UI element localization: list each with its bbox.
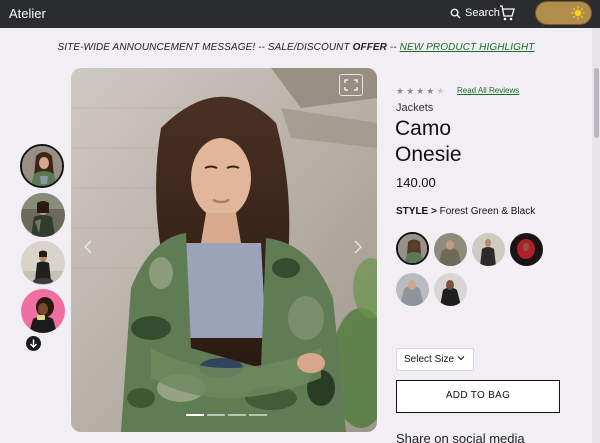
expand-image-button[interactable] <box>339 74 363 96</box>
carousel-dot[interactable] <box>228 414 246 416</box>
thumbnail-4[interactable] <box>21 289 65 333</box>
thumbnail-image <box>22 146 62 186</box>
product-name: Camo Onesie <box>395 117 462 166</box>
style-swatch-1[interactable] <box>396 232 429 265</box>
thumbnail-image <box>21 241 65 285</box>
style-value: Forest Green & Black <box>439 206 536 217</box>
search-icon <box>450 8 461 19</box>
chevron-down-icon <box>457 356 465 361</box>
add-to-bag-button[interactable]: ADD TO BAG <box>396 380 560 413</box>
star-rating: ★ ★ ★ ★ ★ <box>396 86 444 97</box>
chevron-right-icon <box>354 240 362 254</box>
size-select-label: Select Size <box>404 354 455 365</box>
next-image-arrow[interactable] <box>353 240 365 254</box>
star-icon: ★ <box>416 86 425 96</box>
product-main-image[interactable] <box>71 68 377 432</box>
product-photo <box>71 68 377 432</box>
sun-icon <box>571 6 585 20</box>
expand-icon <box>344 79 358 91</box>
prev-image-arrow[interactable] <box>83 240 95 254</box>
share-heading: Share on social media <box>396 431 525 443</box>
style-swatch-3[interactable] <box>472 233 505 266</box>
thumbnail-1[interactable] <box>20 144 64 188</box>
style-label: STYLE > <box>396 206 440 217</box>
star-icon: ★ <box>406 86 415 96</box>
swatch-image <box>398 234 427 263</box>
search-label: Search <box>465 7 500 19</box>
announcement-banner: SITE-WIDE ANNOUNCEMENT MESSAGE! -- SALE/… <box>0 42 592 53</box>
carousel-dot[interactable] <box>249 414 267 416</box>
star-half-icon: ★ <box>426 86 435 96</box>
size-select[interactable]: Select Size <box>396 348 474 371</box>
product-price: 140.00 <box>396 175 436 190</box>
style-swatch-6[interactable] <box>434 273 467 306</box>
thumbnail-2[interactable] <box>21 193 65 237</box>
thumbnail-3[interactable] <box>21 241 65 285</box>
thumbnail-image <box>21 289 65 333</box>
scrollbar-thumb[interactable] <box>594 68 599 138</box>
announcement-text: SITE-WIDE ANNOUNCEMENT MESSAGE! -- SALE/… <box>57 42 353 53</box>
swatch-image <box>434 273 467 306</box>
swatch-image <box>396 273 429 306</box>
top-nav: Atelier Search <box>0 0 600 28</box>
chevron-left-icon <box>84 240 92 254</box>
cart-icon[interactable] <box>499 4 515 22</box>
read-reviews-link[interactable]: Read All Reviews <box>457 86 519 95</box>
star-empty-icon: ★ <box>436 86 445 96</box>
carousel-dots <box>186 414 267 416</box>
style-selector-label: STYLE > Forest Green & Black <box>396 206 535 217</box>
theme-toggle[interactable] <box>535 1 592 25</box>
style-swatch-4[interactable] <box>510 233 543 266</box>
style-swatch-5[interactable] <box>396 273 429 306</box>
announcement-separator: -- <box>387 42 400 53</box>
announcement-offer: OFFER <box>352 42 387 53</box>
brand-logo[interactable]: Atelier <box>9 6 46 21</box>
star-icon: ★ <box>396 86 405 96</box>
swatch-image <box>434 233 467 266</box>
thumbnail-next-button[interactable] <box>26 336 41 351</box>
swatch-image <box>510 233 543 266</box>
arrow-down-icon <box>30 339 37 348</box>
swatch-image <box>472 233 505 266</box>
carousel-dot[interactable] <box>186 414 204 416</box>
announcement-link[interactable]: NEW PRODUCT HIGHLIGHT <box>400 42 535 53</box>
carousel-dot[interactable] <box>207 414 225 416</box>
style-swatch-2[interactable] <box>434 233 467 266</box>
product-page: Atelier Search SITE-WIDE ANNOUNCEMENT ME… <box>0 0 600 443</box>
product-category: Jackets <box>396 102 434 114</box>
search-button[interactable]: Search <box>450 5 500 21</box>
scrollbar[interactable] <box>592 28 600 443</box>
thumbnail-image <box>21 193 65 237</box>
